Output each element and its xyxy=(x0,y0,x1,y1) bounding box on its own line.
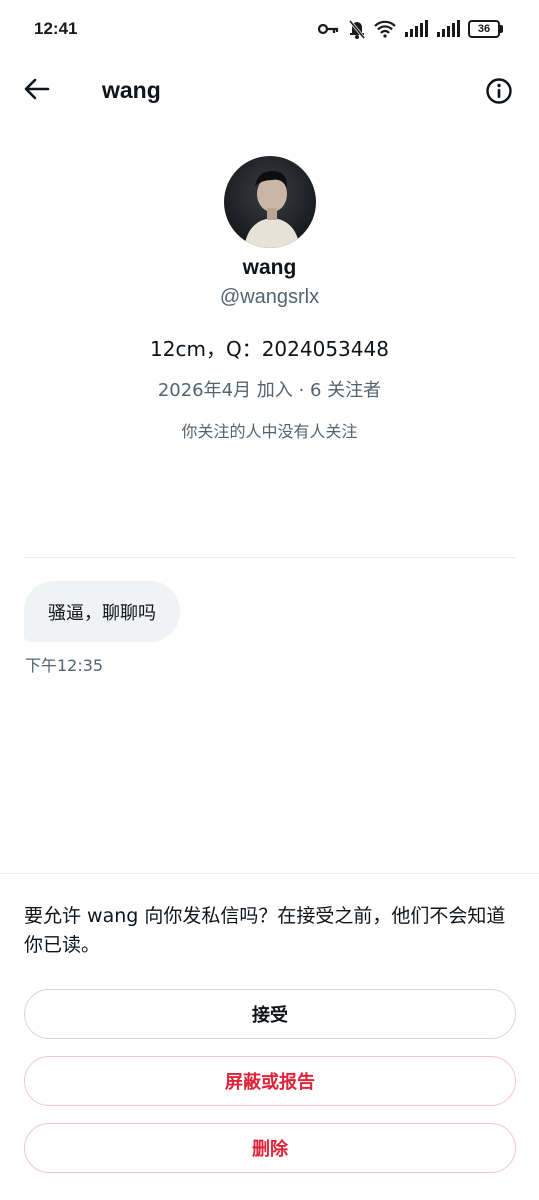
profile-bio: 12cm，Q：2024053448 xyxy=(150,337,389,361)
profile-followers-note: 你关注的人中没有人关注 xyxy=(181,422,358,441)
message-timestamp: 下午12:35 xyxy=(25,656,104,675)
page-title: wang xyxy=(102,77,161,103)
arrow-left-icon xyxy=(24,78,50,104)
mute-bell-icon xyxy=(348,19,366,39)
avatar[interactable] xyxy=(223,156,316,248)
back-button[interactable] xyxy=(22,76,52,106)
block-or-report-button[interactable]: 屏蔽或报告 xyxy=(24,1056,516,1106)
battery-level: 36 xyxy=(468,20,500,38)
accept-button[interactable]: 接受 xyxy=(24,989,516,1039)
info-button[interactable] xyxy=(485,77,513,105)
key-icon xyxy=(318,22,340,36)
status-bar: 12:41 36 xyxy=(0,0,539,58)
profile-summary: wang @wangsrlx 12cm，Q：2024053448 2026年4月… xyxy=(0,156,539,442)
signal-1-icon xyxy=(404,20,428,38)
battery-icon: 36 xyxy=(468,20,503,38)
request-prompt: 要允许 wang 向你发私信吗？在接受之前，他们不会知道你已读。 xyxy=(24,905,506,956)
dm-request-screen: 12:41 36 wang wang @wangsrlx 12cm，Q：2024… xyxy=(0,0,539,1200)
profile-handle: @wangsrlx xyxy=(219,286,320,308)
status-time: 12:41 xyxy=(34,19,78,38)
profile-name: wang xyxy=(242,256,297,279)
message-request-panel: 要允许 wang 向你发私信吗？在接受之前，他们不会知道你已读。 接受 屏蔽或报… xyxy=(0,873,539,1200)
info-circle-icon xyxy=(485,78,513,109)
delete-button[interactable]: 删除 xyxy=(24,1123,516,1173)
divider xyxy=(24,557,516,558)
status-icons: 36 xyxy=(318,18,503,40)
conversation-header: wang xyxy=(0,60,539,122)
profile-join-meta: 2026年4月 加入 · 6 关注者 xyxy=(157,380,382,401)
wifi-icon xyxy=(374,20,396,38)
message-bubble[interactable]: 骚逼，聊聊吗 xyxy=(24,581,180,642)
signal-2-icon xyxy=(436,20,460,38)
